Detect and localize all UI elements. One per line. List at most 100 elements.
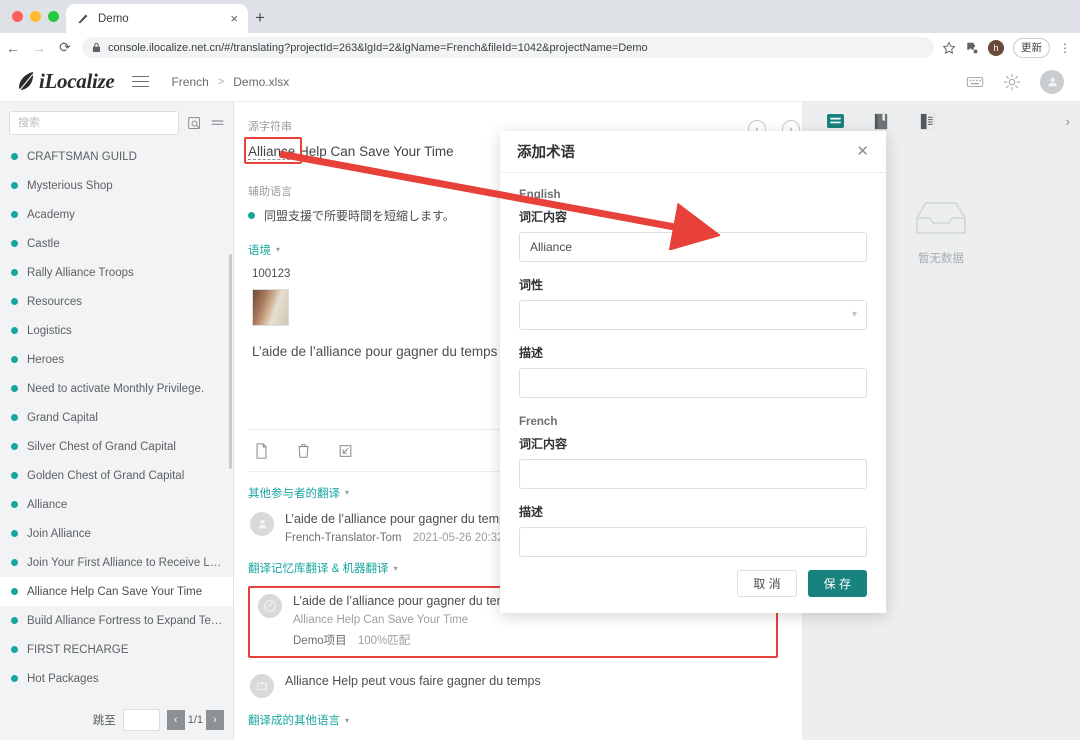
chevron-down-icon[interactable]: ▾ xyxy=(852,309,857,320)
sidebar-item-mysterious-shop[interactable]: Mysterious Shop xyxy=(0,171,233,200)
window-traffic-lights[interactable] xyxy=(12,11,59,22)
sidebar-item-logistics[interactable]: Logistics xyxy=(0,316,233,345)
jump-to-label: 跳至 xyxy=(92,715,116,727)
part-of-speech-input[interactable] xyxy=(519,300,867,330)
empty-box-icon xyxy=(916,202,966,234)
copy-icon[interactable] xyxy=(254,442,269,459)
aux-language-text: 同盟支援で所要時間を短縮します。 xyxy=(264,208,455,223)
term-content-input-en[interactable] xyxy=(519,232,867,262)
app-root: Demo × + ← → ⟳ console.ilocalize.net.cn/… xyxy=(0,0,1080,740)
term-content-input-fr[interactable] xyxy=(519,459,867,489)
new-tab-button[interactable]: + xyxy=(255,9,265,26)
description-input-en[interactable] xyxy=(519,368,867,398)
sidebar-item-join-your-first-alliance-to-receive-lot[interactable]: Join Your First Alliance to Receive Lot… xyxy=(0,548,233,577)
modal-section-language-en: English xyxy=(519,189,561,201)
close-window-button[interactable] xyxy=(12,11,23,22)
other-translation-text: L’aide de l’alliance pour gagner du temp… xyxy=(285,511,513,526)
list-icon[interactable] xyxy=(210,116,225,131)
empty-state-text: 暂无数据 xyxy=(918,253,964,265)
chevron-down-icon[interactable]: ▾ xyxy=(345,716,349,725)
status-dot xyxy=(11,356,18,363)
mt-robot-icon xyxy=(250,674,274,699)
forward-icon[interactable]: → xyxy=(26,40,52,56)
description-input-fr[interactable] xyxy=(519,527,867,557)
search-input[interactable] xyxy=(9,111,179,135)
status-dot xyxy=(11,240,18,247)
sidebar-item-resources[interactable]: Resources xyxy=(0,287,233,316)
sidebar-item-join-alliance[interactable]: Join Alliance xyxy=(0,519,233,548)
url-text: console.ilocalize.net.cn/#/translating?p… xyxy=(108,41,648,54)
sidebar-item-grand-capital[interactable]: Grand Capital xyxy=(0,403,233,432)
close-icon[interactable]: ✕ xyxy=(856,144,869,159)
reload-icon[interactable]: ⟳ xyxy=(52,39,78,56)
other-langs-header[interactable]: 翻译成的其他语言 ▾ xyxy=(248,712,778,728)
expand-panel-chevron[interactable]: › xyxy=(1066,114,1070,129)
sidebar-item-golden-chest-of-grand-capital[interactable]: Golden Chest of Grand Capital xyxy=(0,461,233,490)
tab-glossary[interactable] xyxy=(904,102,950,140)
part-of-speech-select[interactable]: ▾ xyxy=(519,300,867,330)
filter-search-icon[interactable] xyxy=(187,116,202,131)
update-button[interactable]: 更新 xyxy=(1013,37,1050,58)
translator-name: French-Translator-Tom xyxy=(285,532,402,545)
status-dot xyxy=(11,298,18,305)
sidebar-item-silver-chest-of-grand-capital[interactable]: Silver Chest of Grand Capital xyxy=(0,432,233,461)
chevron-down-icon[interactable]: ▾ xyxy=(345,488,349,497)
next-page-button[interactable]: › xyxy=(206,710,224,730)
sidebar-item-label: Alliance Help Can Save Your Time xyxy=(27,585,203,598)
sidebar-item-hot-packages[interactable]: Hot Packages xyxy=(0,664,233,690)
maximize-window-button[interactable] xyxy=(48,11,59,22)
sidebar-item-label: Resources xyxy=(27,295,82,308)
highlighted-term[interactable]: Alliance xyxy=(248,144,296,160)
breadcrumb-separator: > xyxy=(217,75,225,88)
expand-icon[interactable] xyxy=(338,443,353,459)
prev-page-button[interactable]: ‹ xyxy=(166,710,185,730)
chevron-down-icon[interactable]: ▾ xyxy=(276,245,280,254)
keyboard-icon[interactable] xyxy=(966,73,984,91)
sidebar-item-alliance-help-can-save-your-time[interactable]: Alliance Help Can Save Your Time xyxy=(0,577,233,606)
user-avatar-icon[interactable] xyxy=(1040,69,1064,94)
chevron-down-icon[interactable]: ▾ xyxy=(394,564,398,573)
save-button[interactable]: 保 存 xyxy=(807,570,867,597)
sidebar-item-craftsman-guild[interactable]: CRAFTSMAN GUILD xyxy=(0,142,233,171)
status-dot xyxy=(11,182,18,189)
sidebar-item-label: Join Alliance xyxy=(27,527,91,540)
puzzle-icon[interactable] xyxy=(965,41,979,55)
profile-avatar[interactable]: h xyxy=(988,39,1004,56)
sidebar-item-rally-alliance-troops[interactable]: Rally Alliance Troops xyxy=(0,258,233,287)
browser-menu-icon[interactable]: ⋮ xyxy=(1059,42,1071,54)
status-dot xyxy=(248,211,255,219)
modal-header: 添加术语 ✕ xyxy=(500,131,886,173)
cancel-button[interactable]: 取 消 xyxy=(737,570,797,597)
close-icon[interactable]: × xyxy=(230,12,238,25)
address-bar[interactable]: console.ilocalize.net.cn/#/translating?p… xyxy=(82,37,934,58)
sidebar-item-alliance[interactable]: Alliance xyxy=(0,490,233,519)
status-dot xyxy=(11,617,18,624)
tab-title: Demo xyxy=(98,12,129,25)
status-dot xyxy=(11,530,18,537)
sidebar: CRAFTSMAN GUILD Mysterious Shop Academy Cas… xyxy=(0,102,234,740)
term-content-label-fr: 词汇内容 xyxy=(519,437,568,451)
sidebar-item-heroes[interactable]: Heroes xyxy=(0,345,233,374)
sidebar-item-castle[interactable]: Castle xyxy=(0,229,233,258)
sidebar-item-build-alliance-fortress-to-expand-terri[interactable]: Build Alliance Fortress to Expand Terri… xyxy=(0,606,233,635)
breadcrumb-language[interactable]: French xyxy=(171,75,208,89)
gear-icon[interactable] xyxy=(1003,73,1021,91)
star-icon[interactable] xyxy=(942,40,956,55)
sidebar-item-academy[interactable]: Academy xyxy=(0,200,233,229)
minimize-window-button[interactable] xyxy=(30,11,41,22)
modal-section-language-fr: French xyxy=(519,416,558,428)
browser-tab[interactable]: Demo × xyxy=(66,4,248,33)
context-thumbnail[interactable] xyxy=(252,288,289,326)
sidebar-item-first-recharge[interactable]: FIRST RECHARGE xyxy=(0,635,233,664)
other-translation-meta: French-Translator-Tom 2021-05-26 20:32:0… xyxy=(285,532,520,544)
trash-icon[interactable] xyxy=(296,443,311,459)
sidebar-scrollbar[interactable] xyxy=(229,254,232,469)
breadcrumb-file[interactable]: Demo.xlsx xyxy=(233,75,289,89)
jump-to-input[interactable] xyxy=(122,709,160,731)
sidebar-item-need-to-activate-monthly-privilege[interactable]: Need to activate Monthly Privilege. xyxy=(0,374,233,403)
back-icon[interactable]: ← xyxy=(0,40,26,56)
mt-entry[interactable]: Alliance Help peut vous faire gagner du … xyxy=(248,672,778,699)
app-logo[interactable]: iLocalize xyxy=(16,69,115,94)
hamburger-icon[interactable] xyxy=(132,72,150,91)
add-term-modal: 添加术语 ✕ English 词汇内容 词性 ▾ 描述 French 词汇内容 … xyxy=(500,131,886,613)
